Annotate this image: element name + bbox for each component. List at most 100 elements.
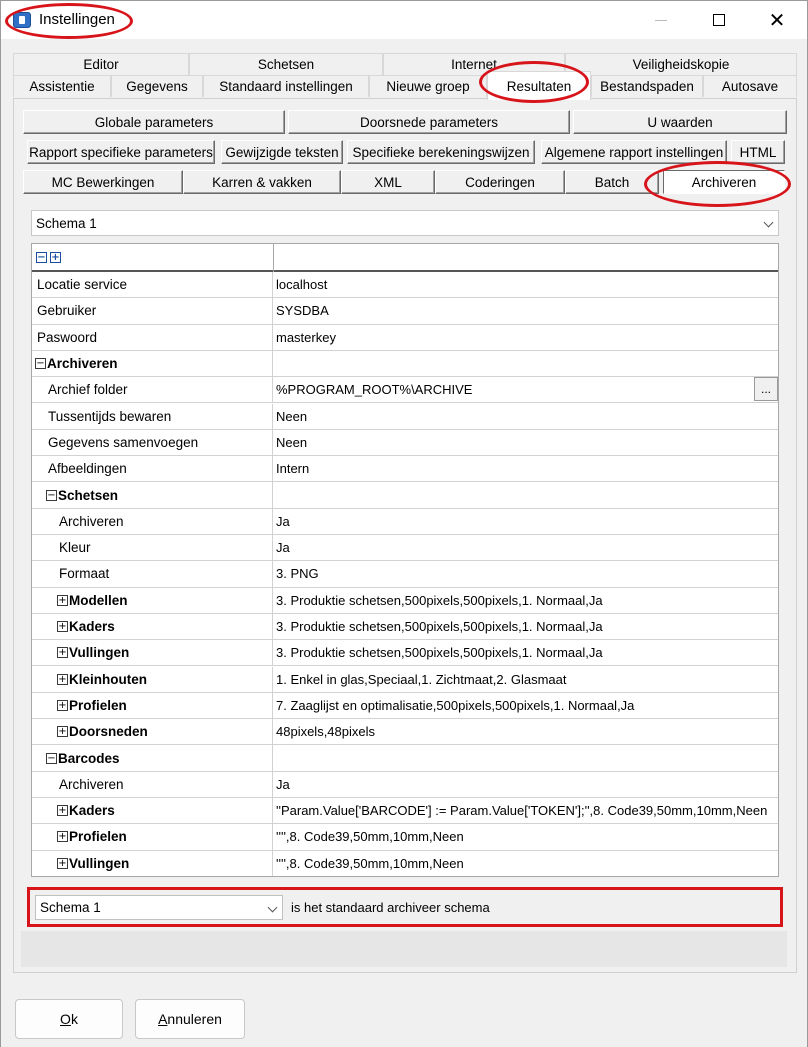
tab-label: Autosave <box>721 79 779 94</box>
collapse-icon[interactable]: − <box>46 752 57 764</box>
grid-row[interactable]: Paswoord masterkey <box>32 324 778 351</box>
subtab-archiveren[interactable]: Archiveren <box>663 170 785 194</box>
grid-row-value-cell[interactable]: 3. Produktie schetsen,500pixels,500pixel… <box>274 588 778 613</box>
grid-row[interactable]: Archiveren Ja <box>32 771 778 798</box>
cancel-button[interactable]: Annuleren <box>135 999 245 1039</box>
expand-icon[interactable]: + <box>57 831 68 843</box>
grid-row-label-cell: − Archiveren <box>32 350 273 377</box>
tab-label: Nieuwe groep <box>386 79 470 94</box>
tab-gegevens[interactable]: Gegevens <box>111 75 203 97</box>
grid-row-value-cell[interactable]: masterkey <box>274 325 778 350</box>
subtab-xml[interactable]: XML <box>341 170 435 194</box>
subtab-mc-bewerkingen[interactable]: MC Bewerkingen <box>23 170 183 194</box>
collapse-icon[interactable]: − <box>46 489 57 501</box>
expand-icon[interactable]: + <box>57 594 68 606</box>
subtab-specifieke-berekeningswijzen[interactable]: Specifieke berekeningswijzen <box>347 140 535 164</box>
grid-row-value-cell[interactable]: Ja <box>274 509 778 534</box>
grid-row[interactable]: Archiveren Ja <box>32 508 778 535</box>
grid-row-label: Archiveren <box>59 513 124 529</box>
tab-editor[interactable]: Editor <box>13 53 189 75</box>
grid-row[interactable]: + Kaders 3. Produktie schetsen,500pixels,5… <box>32 613 778 641</box>
expand-icon[interactable]: + <box>57 857 68 869</box>
maximize-button[interactable] <box>691 1 747 39</box>
subtab-rapport-specifieke-parameters[interactable]: Rapport specifieke parameters <box>27 140 215 164</box>
grid-row[interactable]: + Kleinhouten 1. Enkel in glas,Speciaal,1.… <box>32 666 778 693</box>
grid-row[interactable]: Formaat 3. PNG <box>32 561 778 588</box>
grid-row[interactable]: + Kaders ''Param.Value['BARCODE'] := Param… <box>32 798 778 825</box>
tab-nieuwe-groep[interactable]: Nieuwe groep <box>369 75 487 97</box>
grid-row-value-cell[interactable]: SYSDBA <box>274 298 778 323</box>
grid-row[interactable]: Tussentijds bewaren Neen <box>32 403 778 430</box>
grid-row-value-cell[interactable]: Neen <box>274 404 778 429</box>
expand-all-icon[interactable]: + <box>50 252 61 263</box>
grid-row-value-cell[interactable]: %PROGRAM_ROOT%\ARCHIVE... <box>274 377 778 402</box>
subtab-html[interactable]: HTML <box>731 140 785 164</box>
subtab-globale-parameters[interactable]: Globale parameters <box>23 110 285 134</box>
grid-row[interactable]: + Vullingen 3. Produktie schetsen,500pixel… <box>32 640 778 667</box>
subtab-algemene-rapport-instellingen[interactable]: Algemene rapport instellingen <box>541 140 727 164</box>
grid-row-value: SYSDBA <box>276 303 329 319</box>
subtab-u-waarden[interactable]: U waarden <box>573 110 787 134</box>
schema-select[interactable]: Schema 1 <box>31 210 779 236</box>
grid-row[interactable]: + Vullingen '''',8. Code39,50mm,10mm,Neen <box>32 850 778 876</box>
grid-row-value-cell[interactable] <box>274 482 778 507</box>
grid-row[interactable]: Archief folder %PROGRAM_ROOT%\ARCHIVE... <box>32 377 778 404</box>
grid-row[interactable]: Locatie service localhost <box>32 272 778 299</box>
grid-row[interactable]: + Doorsneden 48pixels,48pixels <box>32 719 778 746</box>
grid-row[interactable]: + Modellen 3. Produktie schetsen,500pixels… <box>32 587 778 614</box>
browse-folder-button[interactable]: ... <box>754 377 778 402</box>
expand-icon[interactable]: + <box>57 805 68 817</box>
grid-row-value-cell[interactable]: 48pixels,48pixels <box>274 719 778 744</box>
collapse-icon[interactable]: − <box>35 358 46 370</box>
default-schema-select[interactable]: Schema 1 <box>35 895 283 920</box>
grid-row-value-cell[interactable]: 3. PNG <box>274 561 778 586</box>
grid-row[interactable]: − Barcodes <box>32 745 778 772</box>
tab-resultaten[interactable]: Resultaten <box>487 71 591 100</box>
grid-row-value-cell[interactable]: Ja <box>274 535 778 560</box>
tab-schetsen[interactable]: Schetsen <box>189 53 383 75</box>
grid-row[interactable]: Kleur Ja <box>32 535 778 562</box>
tab-autosave[interactable]: Autosave <box>703 75 797 97</box>
grid-row-value-cell[interactable]: localhost <box>274 272 778 297</box>
grid-row-value-cell[interactable]: 3. Produktie schetsen,500pixels,500pixel… <box>274 614 778 639</box>
grid-row-value-cell[interactable]: 7. Zaaglijst en optimalisatie,500pixels,… <box>274 693 778 718</box>
grid-row-value-cell[interactable]: Neen <box>274 430 778 455</box>
grid-row-value-cell[interactable]: 1. Enkel in glas,Speciaal,1. Zichtmaat,2… <box>274 667 778 692</box>
expand-icon[interactable]: + <box>57 647 68 659</box>
collapse-all-icon[interactable]: − <box>36 252 47 263</box>
subtab-doorsnede-parameters[interactable]: Doorsnede parameters <box>288 110 570 134</box>
grid-row-value-cell[interactable] <box>274 745 778 770</box>
close-button[interactable]: ✕ <box>749 1 805 39</box>
tab-row-front: Assistentie Gegevens Standaard instellin… <box>13 71 797 100</box>
expand-icon[interactable]: + <box>57 621 68 633</box>
grid-row-value-cell[interactable]: ''Param.Value['BARCODE'] := Param.Value[… <box>274 798 778 823</box>
grid-row[interactable]: Gegevens samenvoegen Neen <box>32 429 778 457</box>
grid-row-value-cell[interactable]: '''',8. Code39,50mm,10mm,Neen <box>274 824 778 849</box>
title-bar[interactable]: Instellingen ✕ <box>1 1 807 39</box>
expand-icon[interactable]: + <box>57 699 68 711</box>
grid-row[interactable]: − Archiveren <box>32 350 778 378</box>
tab-label: Assistentie <box>29 79 95 94</box>
grid-row-value-cell[interactable]: '''',8. Code39,50mm,10mm,Neen <box>274 851 778 876</box>
subtab-gewijzigde-teksten[interactable]: Gewijzigde teksten <box>221 140 343 164</box>
grid-row-value-cell[interactable]: Ja <box>274 772 778 797</box>
grid-row[interactable]: + Profielen '''',8. Code39,50mm,10mm,Neen <box>32 824 778 851</box>
grid-row[interactable]: Gebruiker SYSDBA <box>32 298 778 325</box>
expand-icon[interactable]: + <box>57 673 68 685</box>
grid-row-value-cell[interactable]: Intern <box>274 456 778 481</box>
tab-bestandspaden[interactable]: Bestandspaden <box>591 75 703 97</box>
grid-row[interactable]: Afbeeldingen Intern <box>32 456 778 483</box>
subtab-coderingen[interactable]: Coderingen <box>435 170 565 194</box>
grid-row-value-cell[interactable] <box>274 351 778 376</box>
expand-icon[interactable]: + <box>57 726 68 738</box>
subtab-karren-vakken[interactable]: Karren & vakken <box>183 170 341 194</box>
grid-row-value-cell[interactable]: 3. Produktie schetsen,500pixels,500pixel… <box>274 640 778 665</box>
grid-row[interactable]: + Profielen 7. Zaaglijst en optimalisatie,… <box>32 692 778 720</box>
ok-button[interactable]: Ok <box>15 999 123 1039</box>
tab-standaard-instellingen[interactable]: Standaard instellingen <box>203 75 369 97</box>
subtab-batch[interactable]: Batch <box>565 170 659 194</box>
tab-assistentie[interactable]: Assistentie <box>13 75 111 97</box>
grid-row[interactable]: − Schetsen <box>32 482 778 509</box>
tab-veiligheidskopie[interactable]: Veiligheidskopie <box>565 53 797 75</box>
minimize-button[interactable] <box>633 1 689 39</box>
